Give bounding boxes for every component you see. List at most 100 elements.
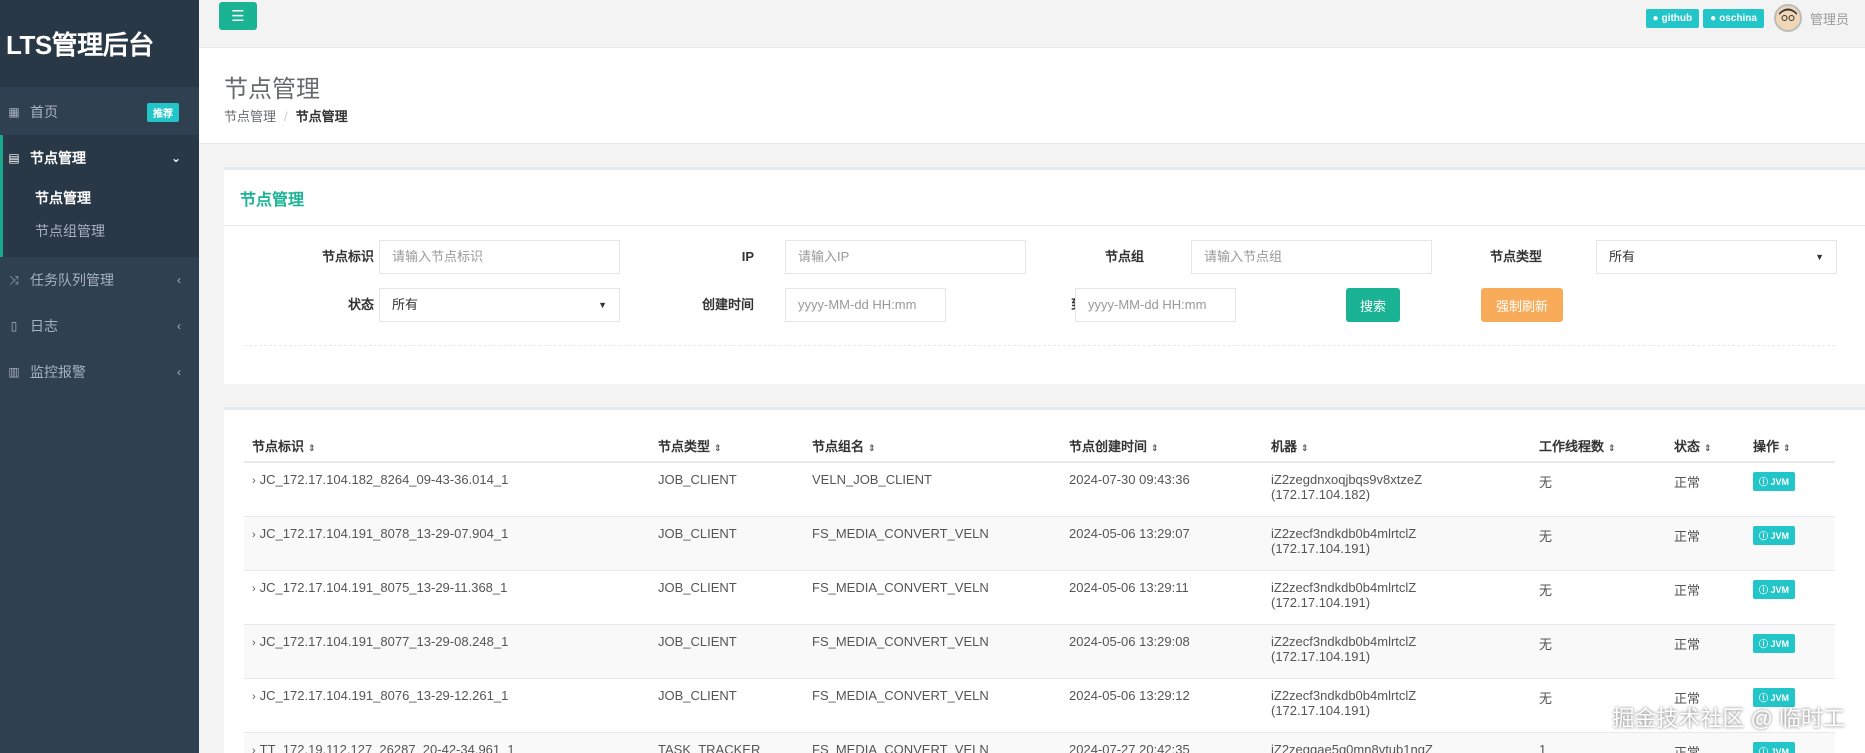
table-row[interactable]: › JC_172.17.104.191_8075_13-29-11.368_1 JO…	[244, 569, 1835, 624]
sidebar-item-home[interactable]: ▦ 首页 推荐	[0, 89, 199, 135]
info-icon: ⓘ	[1759, 584, 1769, 595]
info-icon: ⓘ	[1759, 530, 1769, 541]
ip-input[interactable]: 请输入IP	[785, 240, 1026, 274]
chevron-right-icon[interactable]: ›	[252, 637, 256, 649]
table-row[interactable]: › JC_172.17.104.191_8078_13-29-07.904_1 JO…	[244, 515, 1835, 570]
recommend-badge: 推荐	[147, 103, 179, 122]
cell-status: 正常	[1666, 569, 1745, 624]
cell-node-id[interactable]: › JC_172.17.104.191_8077_13-29-08.248_1	[244, 623, 650, 678]
grid-icon: ▦	[8, 105, 20, 119]
sidebar-subitem-node-group-mgmt[interactable]: 节点组管理	[3, 214, 199, 247]
cell-actions: ⓘ JVM	[1745, 731, 1835, 753]
cell-node-type: JOB_CLIENT	[650, 461, 804, 516]
brand-title: LTS管理后台	[6, 30, 154, 60]
status-select[interactable]: 所有 ▼	[379, 288, 620, 322]
oschina-button[interactable]: ● oschina	[1703, 8, 1764, 28]
chevron-right-icon[interactable]: ›	[252, 529, 256, 541]
cell-status: 正常	[1666, 461, 1745, 516]
avatar[interactable]	[1773, 4, 1802, 32]
cell-machine: iZ2zecf3ndkdb0b4mlrtclZ (172.17.104.191)	[1263, 623, 1531, 678]
cell-node-group: FS_MEDIA_CONVERT_VELN	[804, 731, 1061, 753]
sort-icon: ⇕	[1704, 443, 1712, 453]
cell-node-group: FS_MEDIA_CONVERT_VELN	[804, 569, 1061, 624]
cell-machine: iZ2zegdnxoqjbqs9v8xtzeZ (172.17.104.182)	[1263, 461, 1531, 516]
status-value: 所有	[392, 297, 419, 312]
chevron-right-icon[interactable]: ›	[252, 583, 256, 595]
force-refresh-button[interactable]: 强制刷新	[1481, 288, 1563, 322]
table-row[interactable]: › JC_172.17.104.191_8076_13-29-12.261_1 JO…	[244, 677, 1835, 732]
search-button[interactable]: 搜索	[1346, 288, 1400, 322]
table-row[interactable]: › JC_172.17.104.191_8077_13-29-08.248_1 JO…	[244, 623, 1835, 678]
column-header[interactable]: 节点类型 ⇕	[650, 430, 804, 463]
cell-actions: ⓘ JVM	[1745, 569, 1835, 624]
admin-name[interactable]: 管理员	[1810, 9, 1849, 28]
column-header[interactable]: 操作 ⇕	[1745, 430, 1835, 463]
node-type-value: 所有	[1609, 249, 1636, 264]
jvm-button[interactable]: ⓘ JVM	[1753, 741, 1796, 753]
node-group-label: 节点组	[1104, 249, 1144, 264]
column-header[interactable]: 状态 ⇕	[1666, 430, 1745, 463]
sort-icon: ⇕	[1608, 443, 1616, 453]
breadcrumb-item[interactable]: 节点管理	[224, 109, 276, 124]
filter-panel-title: 节点管理	[224, 170, 1865, 226]
column-header[interactable]: 节点标识 ⇕	[244, 430, 650, 463]
jvm-button[interactable]: ⓘ JVM	[1753, 579, 1796, 599]
brand-logo[interactable]: LTS管理后台	[0, 0, 199, 87]
cell-node-type: TASK_TRACKER	[650, 731, 804, 753]
column-header[interactable]: 机器 ⇕	[1263, 430, 1531, 463]
status-label: 状态	[347, 297, 374, 312]
caret-down-icon: ▼	[1815, 252, 1824, 262]
cell-node-id[interactable]: › JC_172.17.104.191_8076_13-29-12.261_1	[244, 677, 650, 732]
jvm-button[interactable]: ⓘ JVM	[1753, 633, 1796, 653]
table-row[interactable]: › TT_172.19.112.127_26287_20-42-34.961_1 T…	[244, 731, 1835, 753]
node-id-label: 节点标识	[321, 249, 374, 264]
sidebar-group-node-mgmt: ▤ 节点管理 ⌄ 节点管理 节点组管理	[0, 135, 199, 257]
node-group-input[interactable]: 请输入节点组	[1191, 240, 1432, 274]
node-type-label: 节点类型	[1489, 249, 1542, 264]
github-button[interactable]: ● github	[1645, 8, 1700, 28]
cell-created-time: 2024-05-06 13:29:07	[1061, 515, 1263, 570]
cell-threads: 无	[1531, 623, 1666, 678]
file-icon: ▯	[10, 319, 18, 333]
node-table: 节点标识 ⇕ 节点类型 ⇕ 节点组名 ⇕ 节点创建时间 ⇕ 机器 ⇕ 工作线程数 ⇕ 状态 ⇕…	[244, 430, 1835, 753]
sort-icon: ⇕	[868, 443, 876, 453]
cell-node-id[interactable]: › JC_172.17.104.191_8075_13-29-11.368_1	[244, 569, 650, 624]
chevron-down-icon: ⌄	[170, 151, 181, 165]
chevron-left-icon: ‹	[177, 319, 181, 333]
created-from-input[interactable]: yyyy-MM-dd HH:mm	[785, 288, 946, 322]
created-to-input[interactable]: yyyy-MM-dd HH:mm	[1075, 288, 1236, 322]
cell-node-group: FS_MEDIA_CONVERT_VELN	[804, 677, 1061, 732]
jvm-button[interactable]: ⓘ JVM	[1753, 472, 1796, 491]
sort-icon: ⇕	[1301, 443, 1309, 453]
cell-node-type: JOB_CLIENT	[650, 515, 804, 570]
chevron-right-icon[interactable]: ›	[252, 691, 256, 703]
cell-status: 正常	[1666, 515, 1745, 570]
column-header[interactable]: 节点组名 ⇕	[804, 430, 1061, 463]
cell-node-type: JOB_CLIENT	[650, 569, 804, 624]
cell-node-id[interactable]: › JC_172.17.104.182_8264_09-43-36.014_1	[244, 461, 650, 516]
cell-machine: iZ2zecf3ndkdb0b4mlrtclZ (172.17.104.191)	[1263, 569, 1531, 624]
sidebar-item-node-mgmt[interactable]: ▤ 节点管理 ⌄	[3, 135, 199, 181]
cell-node-id[interactable]: › TT_172.19.112.127_26287_20-42-34.961_1	[244, 731, 650, 753]
column-header[interactable]: 工作线程数 ⇕	[1531, 430, 1666, 463]
column-header[interactable]: 节点创建时间 ⇕	[1061, 430, 1263, 463]
sidebar-item-monitor[interactable]: ▥ 监控报警 ‹	[0, 349, 199, 395]
chevron-right-icon[interactable]: ›	[252, 745, 256, 753]
sort-icon: ⇕	[1151, 443, 1159, 453]
breadcrumb-separator: /	[284, 109, 288, 124]
menu-toggle-button[interactable]: ☰	[219, 2, 257, 30]
sidebar-item-logs[interactable]: ▯ 日志 ‹	[0, 303, 199, 349]
cell-actions: ⓘ JVM	[1745, 461, 1835, 516]
sidebar-subitem-node-mgmt[interactable]: 节点管理	[3, 181, 199, 214]
info-icon: ⓘ	[1759, 477, 1769, 487]
jvm-button[interactable]: ⓘ JVM	[1753, 525, 1796, 545]
chevron-right-icon[interactable]: ›	[252, 475, 256, 487]
caret-down-icon: ▼	[598, 300, 607, 310]
sidebar-item-task-queue[interactable]: ⤨ 任务队列管理 ‹	[0, 257, 199, 303]
cell-node-id[interactable]: › JC_172.17.104.191_8078_13-29-07.904_1	[244, 515, 650, 570]
info-icon: ⓘ	[1759, 638, 1769, 649]
node-type-select[interactable]: 所有 ▼	[1596, 240, 1837, 274]
table-row[interactable]: › JC_172.17.104.182_8264_09-43-36.014_1 JO…	[244, 461, 1835, 516]
sort-icon: ⇕	[308, 443, 316, 453]
node-id-input[interactable]: 请输入节点标识	[379, 240, 620, 274]
